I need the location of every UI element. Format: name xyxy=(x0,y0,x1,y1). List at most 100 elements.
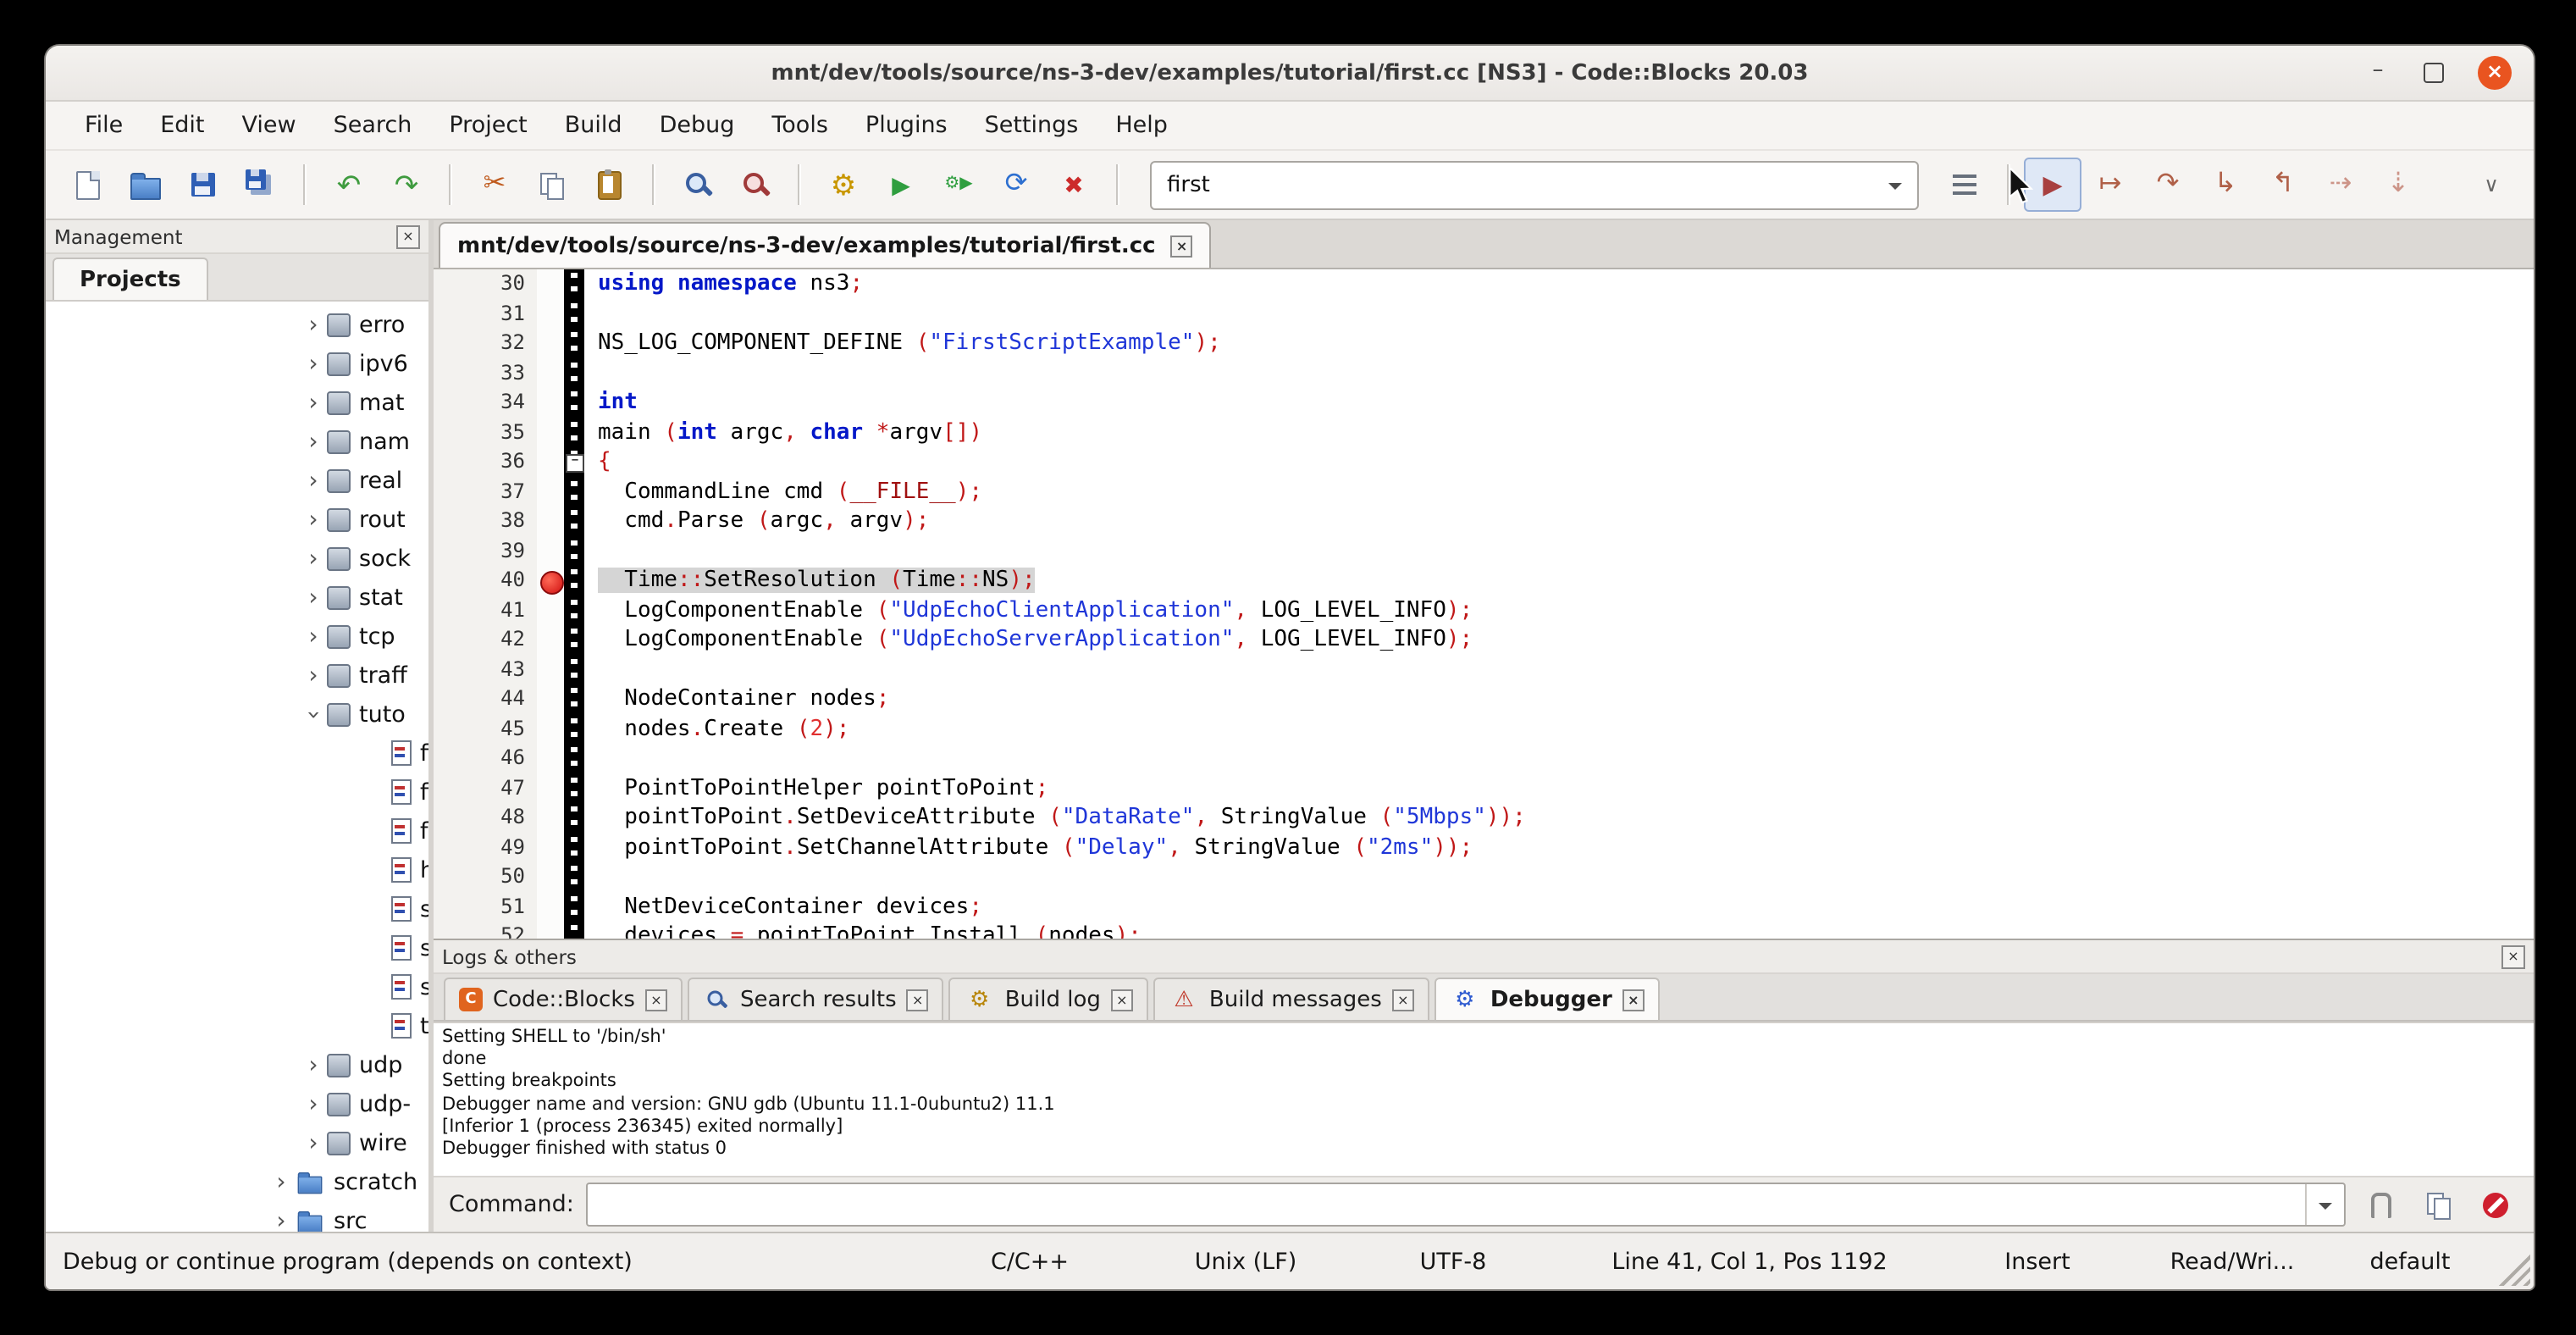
stop-debugger-button[interactable] xyxy=(2473,1184,2518,1225)
chevron-right-icon[interactable]: › xyxy=(303,662,323,689)
copy-button[interactable] xyxy=(523,158,581,212)
breakpoint-margin[interactable] xyxy=(537,625,564,655)
command-input[interactable] xyxy=(586,1183,2346,1227)
breakpoint-margin[interactable] xyxy=(537,714,564,744)
undo-button[interactable]: ↶ xyxy=(320,158,378,212)
incremental-search-options-button[interactable] xyxy=(1936,158,1993,212)
minimize-icon[interactable]: – xyxy=(2366,61,2390,85)
menu-item-tools[interactable]: Tools xyxy=(753,112,847,139)
step-out-button[interactable]: ↰ xyxy=(2254,158,2312,212)
tree-item-src[interactable]: ›src xyxy=(46,1201,428,1232)
tree-item-fir[interactable]: fir xyxy=(46,773,428,812)
code-line[interactable]: NetDeviceContainer devices; xyxy=(584,892,2534,922)
chevron-right-icon[interactable]: › xyxy=(303,623,323,650)
line-number[interactable]: 47 xyxy=(434,773,537,803)
breakpoint-margin[interactable] xyxy=(537,892,564,922)
save-all-button[interactable] xyxy=(232,158,290,212)
chevron-down-icon[interactable]: › xyxy=(300,704,327,724)
breakpoint-margin[interactable] xyxy=(537,566,564,595)
breakpoint-margin[interactable] xyxy=(537,447,564,477)
code-line[interactable] xyxy=(584,536,2534,566)
code-line[interactable]: devices = pointToPoint.Install (nodes); xyxy=(584,922,2534,939)
line-number[interactable]: 35 xyxy=(434,418,537,447)
tree-item-th[interactable]: th xyxy=(46,1006,428,1045)
close-tab-icon[interactable]: × xyxy=(1171,235,1193,257)
chevron-right-icon[interactable]: › xyxy=(303,584,323,611)
code-line[interactable]: pointToPoint.SetChannelAttribute ("Delay… xyxy=(584,833,2534,862)
chevron-right-icon[interactable]: › xyxy=(303,467,323,494)
redo-button[interactable]: ↷ xyxy=(378,158,435,212)
code-line[interactable]: Time::SetResolution (Time::NS); xyxy=(584,566,2534,595)
breakpoint-margin[interactable] xyxy=(537,595,564,625)
tree-item-scratch[interactable]: ›scratch xyxy=(46,1162,428,1201)
line-number[interactable]: 44 xyxy=(434,684,537,714)
tree-item-ipv6[interactable]: ›ipv6 xyxy=(46,344,428,383)
tree-item-udp[interactable]: ›udp- xyxy=(46,1084,428,1123)
line-number[interactable]: 40 xyxy=(434,566,537,595)
save-button[interactable] xyxy=(174,158,232,212)
tree-item-fif[interactable]: fif xyxy=(46,734,428,773)
code-line[interactable]: using namespace ns3; xyxy=(584,269,2534,299)
line-number[interactable]: 36 xyxy=(434,447,537,477)
breakpoint-margin[interactable] xyxy=(537,388,564,418)
tab-projects[interactable]: Projects xyxy=(53,258,208,300)
breakpoint-margin[interactable] xyxy=(537,418,564,447)
menu-item-plugins[interactable]: Plugins xyxy=(847,112,966,139)
breakpoint-margin[interactable] xyxy=(537,329,564,358)
line-number[interactable]: 33 xyxy=(434,358,537,388)
line-number[interactable]: 51 xyxy=(434,892,537,922)
search-combo[interactable]: first xyxy=(1150,160,1919,209)
code-line[interactable] xyxy=(584,655,2534,684)
menu-item-project[interactable]: Project xyxy=(430,112,545,139)
breakpoint-margin[interactable] xyxy=(537,269,564,299)
next-instruction-button[interactable]: ⇢ xyxy=(2312,158,2369,212)
code-line[interactable]: LogComponentEnable ("UdpEchoClientApplic… xyxy=(584,595,2534,625)
tree-item-traff[interactable]: ›traff xyxy=(46,656,428,695)
build-button[interactable]: ⚙ xyxy=(815,158,872,212)
line-number[interactable]: 37 xyxy=(434,477,537,507)
tree-item-real[interactable]: ›real xyxy=(46,461,428,500)
run-to-cursor-button[interactable]: ↦ xyxy=(2081,158,2139,212)
resize-grip[interactable] xyxy=(2493,1249,2530,1286)
chevron-right-icon[interactable]: › xyxy=(303,389,323,416)
log-tab-code-blocks[interactable]: CCode::Blocks× xyxy=(444,978,683,1020)
abort-build-button[interactable]: ✖ xyxy=(1045,158,1103,212)
chevron-right-icon[interactable]: › xyxy=(303,1129,323,1156)
tree-item-wire[interactable]: ›wire xyxy=(46,1123,428,1162)
find-button[interactable] xyxy=(669,158,727,212)
build-and-run-button[interactable]: ⚙▶ xyxy=(930,158,987,212)
menu-item-edit[interactable]: Edit xyxy=(141,112,223,139)
attach-button[interactable] xyxy=(2358,1184,2403,1225)
menu-item-file[interactable]: File xyxy=(66,112,141,139)
tree-item-six[interactable]: six xyxy=(46,967,428,1006)
line-number[interactable]: 41 xyxy=(434,595,537,625)
debugger-log[interactable]: Setting SHELL to '/bin/sh'doneSetting br… xyxy=(434,1022,2534,1176)
menu-item-build[interactable]: Build xyxy=(546,112,641,139)
chevron-right-icon[interactable]: › xyxy=(303,1051,323,1078)
code-line[interactable] xyxy=(584,358,2534,388)
tree-item-se[interactable]: se xyxy=(46,889,428,928)
paste-button[interactable] xyxy=(581,158,638,212)
code-line[interactable]: NS_LOG_COMPONENT_DEFINE ("FirstScriptExa… xyxy=(584,329,2534,358)
line-number[interactable]: 48 xyxy=(434,803,537,833)
titlebar[interactable]: mnt/dev/tools/source/ns-3-dev/examples/t… xyxy=(46,46,2534,102)
breakpoint-margin[interactable] xyxy=(537,803,564,833)
close-icon[interactable]: × xyxy=(1392,989,1414,1011)
line-number[interactable]: 49 xyxy=(434,833,537,862)
tree-item-udp[interactable]: ›udp xyxy=(46,1045,428,1084)
breakpoint-icon[interactable] xyxy=(539,570,563,594)
line-number[interactable]: 50 xyxy=(434,862,537,892)
code-line[interactable]: LogComponentEnable ("UdpEchoServerApplic… xyxy=(584,625,2534,655)
chevron-down-icon[interactable] xyxy=(1888,182,1902,196)
code-line[interactable]: CommandLine cmd (__FILE__); xyxy=(584,477,2534,507)
close-icon[interactable]: × xyxy=(907,989,929,1011)
tree-item-tcp[interactable]: ›tcp xyxy=(46,617,428,656)
log-tab-debugger[interactable]: ⚙Debugger× xyxy=(1434,978,1660,1020)
line-number[interactable]: 45 xyxy=(434,714,537,744)
chevron-right-icon[interactable]: › xyxy=(303,1090,323,1117)
code-line[interactable]: int xyxy=(584,388,2534,418)
menu-item-settings[interactable]: Settings xyxy=(966,112,1097,139)
chevron-right-icon[interactable]: › xyxy=(303,506,323,533)
code-line[interactable]: PointToPointHelper pointToPoint; xyxy=(584,773,2534,803)
log-tab-search-results[interactable]: Search results× xyxy=(688,978,944,1020)
